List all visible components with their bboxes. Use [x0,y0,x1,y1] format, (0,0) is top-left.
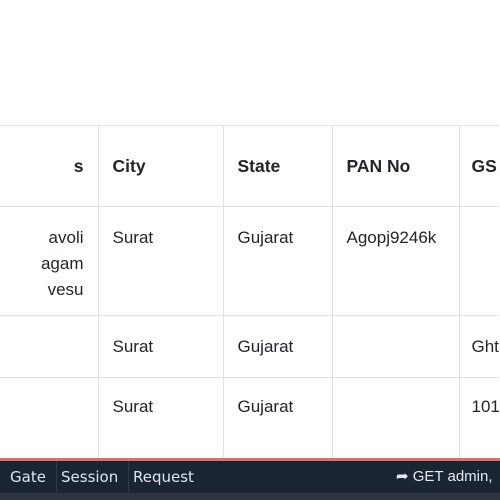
header-gst: GS [458,125,499,207]
header-address: s [0,125,99,207]
debug-bar: Gate Session Request ➦ GET admin, [0,458,500,500]
share-arrow-icon: ➦ [396,468,409,485]
cell-address: avoli agam vesu [0,206,99,316]
debug-tab-session[interactable]: Session [51,461,130,493]
cell-city: Surat [97,206,224,316]
cell-gst [458,206,499,316]
table-row: Surat Gujarat Ght [0,315,499,378]
request-label: GET admin, [412,468,493,485]
debug-tab-request[interactable]: Request [123,461,204,493]
table-row: avoli agam vesu Surat Gujarat Agopj9246k [0,206,499,316]
request-indicator[interactable]: ➦ GET admin, [396,461,493,493]
cell-state: Gujarat [222,315,333,378]
cell-address [0,315,99,378]
header-city: City [97,125,224,207]
table-header-row: s City State PAN No GS [0,125,499,207]
header-state: State [222,125,333,207]
cell-pan [331,315,460,378]
cell-state: Gujarat [222,206,333,316]
cell-city: Surat [97,315,224,378]
header-pan: PAN No [331,125,460,207]
cell-gst: Ght [458,315,499,378]
data-table: s City State PAN No GS avoli agam vesu Sur… [0,125,499,475]
debug-bar-strip [0,493,500,500]
cell-pan: Agopj9246k [331,206,460,316]
debug-tab-gate[interactable]: Gate [0,461,57,493]
